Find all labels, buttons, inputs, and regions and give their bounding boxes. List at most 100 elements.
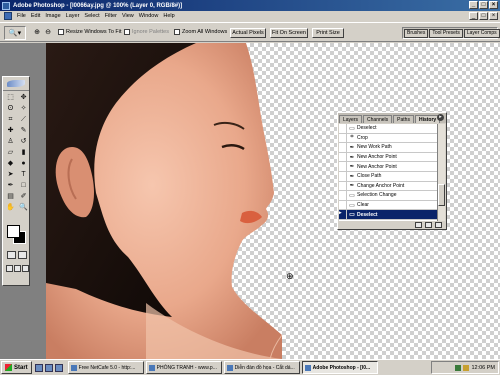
- taskbar-button-photoshop[interactable]: Adobe Photoshop - [l0...: [301, 361, 378, 374]
- dodge-icon[interactable]: ●: [18, 159, 29, 169]
- palette-tab-brushes[interactable]: Brushes: [404, 28, 429, 38]
- checkbox-icon: [58, 29, 64, 35]
- history-item[interactable]: ✒ New Anchor Point: [339, 162, 438, 172]
- doc-minimize-button[interactable]: _: [469, 12, 478, 20]
- marquee-icon: ▭: [349, 212, 355, 219]
- standard-mode-button[interactable]: [7, 251, 16, 259]
- start-button[interactable]: Start: [1, 361, 32, 374]
- minimize-button[interactable]: _: [469, 1, 478, 9]
- clock[interactable]: 12:06 PM: [471, 365, 495, 371]
- actual-pixels-button[interactable]: Actual Pixels: [230, 28, 266, 38]
- network-icon[interactable]: [455, 364, 462, 371]
- history-scrollbar[interactable]: [437, 124, 445, 221]
- history-list: ▭ Deselect ⌗ Crop ✒ New Work Path ✒ New Anch…: [339, 124, 438, 221]
- full-screen-menu-button[interactable]: [14, 265, 21, 272]
- quick-mask-button[interactable]: [18, 251, 27, 259]
- photoshop-app-icon[interactable]: [2, 1, 10, 10]
- palette-menu-icon[interactable]: ▸: [437, 114, 444, 121]
- doc-close-button[interactable]: ×: [489, 12, 498, 20]
- menu-edit[interactable]: Edit: [31, 13, 40, 19]
- slice-icon[interactable]: ⟋: [18, 115, 29, 125]
- tool-preset-picker[interactable]: 🔍 ▾: [4, 26, 26, 40]
- taskbar-button-phong-tranh[interactable]: PHÒNG TRANH - www.p...: [145, 361, 222, 374]
- menu-layer[interactable]: Layer: [66, 13, 80, 19]
- palette-well: Brushes Tool Presets Layer Comps: [402, 27, 500, 39]
- clone-stamp-icon[interactable]: ♙: [5, 137, 16, 147]
- history-item[interactable]: ▭ Clear: [339, 200, 438, 211]
- history-item[interactable]: ✒ Change Anchor Point: [339, 181, 438, 192]
- hand-icon[interactable]: ✋: [5, 203, 16, 213]
- new-document-from-state-icon[interactable]: [415, 221, 422, 228]
- magic-wand-icon[interactable]: ✧: [18, 104, 29, 114]
- new-snapshot-icon[interactable]: [425, 221, 432, 228]
- menu-help[interactable]: Help: [163, 13, 174, 19]
- scrollbar-thumb[interactable]: [438, 184, 445, 206]
- doc-restore-button[interactable]: □: [479, 12, 488, 20]
- volume-icon[interactable]: [463, 364, 470, 371]
- toolbox-header[interactable]: [3, 77, 29, 91]
- history-item[interactable]: ✒ New Anchor Point: [339, 152, 438, 163]
- menu-window[interactable]: Window: [139, 13, 159, 19]
- menu-file[interactable]: File: [17, 13, 26, 19]
- foreground-color[interactable]: [7, 225, 20, 238]
- history-item[interactable]: ✒ Close Path: [339, 171, 438, 182]
- menu-image[interactable]: Image: [45, 13, 60, 19]
- palette-tab-layer-comps[interactable]: Layer Comps: [463, 28, 500, 38]
- trash-icon[interactable]: [435, 221, 442, 228]
- fit-on-screen-button[interactable]: Fit On Screen: [270, 28, 308, 38]
- taskbar-button-forum[interactable]: Diễn đàn đồ họa - Cắt dá...: [223, 361, 300, 374]
- history-brush-marker-icon: ▸: [339, 210, 347, 219]
- palette-tab-tool-presets[interactable]: Tool Presets: [429, 28, 463, 38]
- ignore-palettes-label: Ignore Palettes: [132, 29, 169, 35]
- full-screen-button[interactable]: [22, 265, 29, 272]
- tab-channels[interactable]: Channels: [363, 115, 393, 123]
- zoom-in-icon[interactable]: ⊕: [32, 27, 42, 37]
- menu-select[interactable]: Select: [84, 13, 99, 19]
- eraser-icon[interactable]: ▱: [5, 148, 16, 158]
- close-button[interactable]: ×: [489, 1, 498, 9]
- history-item[interactable]: ✒ New Work Path: [339, 143, 438, 153]
- history-item[interactable]: ▭ Deselect: [339, 124, 438, 134]
- history-item-selected[interactable]: ▸ ▭ Deselect: [339, 210, 438, 220]
- history-item[interactable]: ⌗ Crop: [339, 133, 438, 144]
- shape-icon[interactable]: □: [18, 181, 29, 191]
- marquee-icon[interactable]: ⬚: [5, 93, 16, 103]
- history-brush-icon[interactable]: ↺: [18, 137, 29, 147]
- tab-layers[interactable]: Layers: [339, 115, 363, 123]
- lasso-icon[interactable]: ʘ: [5, 104, 16, 114]
- zoom-cursor-icon: ⊕: [286, 271, 294, 281]
- type-icon[interactable]: T: [18, 170, 29, 180]
- brush-icon[interactable]: ✎: [18, 126, 29, 136]
- move-icon[interactable]: ✥: [18, 93, 29, 103]
- maximize-button[interactable]: □: [479, 1, 488, 9]
- media-quicklaunch-icon[interactable]: [54, 363, 63, 372]
- color-well[interactable]: [7, 225, 27, 245]
- document-icon[interactable]: [4, 12, 12, 20]
- taskbar-button-label: Diễn đàn đồ họa - Cắt dá...: [234, 364, 295, 371]
- pen-icon[interactable]: ✒: [5, 181, 16, 191]
- healing-brush-icon[interactable]: ✚: [5, 126, 16, 136]
- taskbar-button-label: PHÒNG TRANH - www.p...: [156, 364, 217, 371]
- taskbar-button-netcafe[interactable]: Free NetCafe 5.0 - http:...: [67, 361, 144, 374]
- eyedropper-icon[interactable]: ✐: [18, 192, 29, 202]
- history-item-label: Crop: [357, 134, 368, 141]
- history-item[interactable]: ▭ Selection Change: [339, 191, 438, 201]
- zoom-all-windows-checkbox[interactable]: Zoom All Windows: [174, 29, 227, 35]
- print-size-button[interactable]: Print Size: [312, 28, 344, 38]
- menu-filter[interactable]: Filter: [105, 13, 117, 19]
- zoom-icon[interactable]: 🔍: [18, 203, 29, 213]
- menu-view[interactable]: View: [122, 13, 134, 19]
- ie-icon: [226, 364, 233, 371]
- path-selection-icon[interactable]: ➤: [5, 170, 16, 180]
- blur-icon[interactable]: ◆: [5, 159, 16, 169]
- tab-paths[interactable]: Paths: [393, 115, 414, 123]
- zoom-out-icon[interactable]: ⊖: [43, 27, 53, 37]
- ignore-palettes-checkbox[interactable]: Ignore Palettes: [124, 29, 169, 35]
- desktop-quicklaunch-icon[interactable]: [44, 363, 53, 372]
- crop-icon[interactable]: ⌗: [5, 115, 16, 125]
- standard-screen-button[interactable]: [6, 265, 13, 272]
- notes-icon[interactable]: ▤: [5, 192, 16, 202]
- gradient-icon[interactable]: ▮: [18, 148, 29, 158]
- ie-quicklaunch-icon[interactable]: [34, 363, 43, 372]
- resize-windows-checkbox[interactable]: Resize Windows To Fit: [58, 29, 122, 35]
